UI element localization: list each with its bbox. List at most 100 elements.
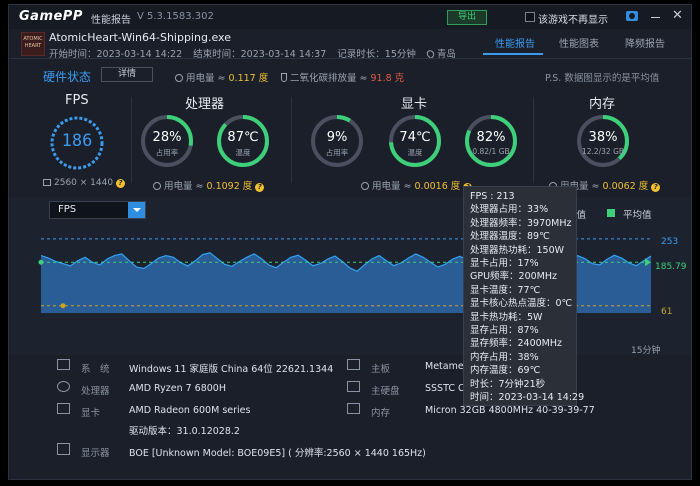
total-power: 用电量 ≈ 0.117 度 [175,70,268,84]
cpu-usage-label: 占用率 [155,148,179,157]
fps-chart[interactable] [9,229,692,341]
cpu-usage-gauge: 28% 占用率 [139,113,195,169]
help-icon[interactable]: ? [651,183,661,192]
memory-power-value: 0.0062 度 [602,181,649,192]
minimize-icon[interactable] [651,17,660,18]
tooltip-fps: FPS : 213 [470,191,515,202]
gpu-usage-value: 9% [326,130,348,145]
fps-section-title: FPS [65,93,89,108]
tooltip-time: 时间：2023-03-14 14:29 [470,392,585,404]
motherboard-icon [347,359,360,370]
gpu-usage-gauge: 9% 占用率 [309,113,365,169]
cpu-temp-gauge: 87℃ 温度 [215,113,271,169]
tab-performance-chart[interactable]: 性能图表 [559,35,599,50]
tooltip-gpu-usage: 显卡占用：17% [470,258,539,270]
y-tick-max: 253 [661,237,679,247]
gpu-vram-gauge: 82% 0.82/1 GB [463,113,519,169]
tooltip-vram-freq: 显存频率：2400MHz [470,338,563,350]
carbon-icon [281,73,287,82]
gamepp-logo: GamePP [19,9,83,24]
cpu-section-title: 处理器 [185,97,225,112]
display-value: BOE [Unknown Model: BOE09E5] ( 分辨率:2560 … [129,448,426,459]
fps-average-value: 186 [61,131,93,151]
app-title: 性能报告 [91,15,131,26]
carbon-value: 91.8 克 [370,73,405,84]
gpu-section-title: 显卡 [401,97,428,112]
panel-divider [533,97,534,183]
hardware-status-title: 硬件状态 [43,70,92,84]
tooltip-gpu-temp: 显卡温度：77℃ [470,284,541,296]
gpu-value: AMD Radeon 600M series [129,405,251,416]
cpu-usage-value: 28% [152,130,182,145]
os-key: 系 统 [81,364,110,375]
metric-select-value: FPS [58,204,77,215]
tab-throttle-report[interactable]: 降频报告 [625,35,665,50]
gpu-vram-label: 0.82/1 GB [472,147,510,156]
cpu-power: 用电量 ≈ 0.1092 度? [153,178,265,192]
chart-time-label: 15分钟 [631,346,661,356]
driver-version: 驱动版本：31.0.12028.2 [129,426,240,437]
legend-avg-swatch [607,209,615,217]
memory-usage-gauge: 38% 12.2/32 GB [575,113,631,169]
gpu-temp-value: 74℃ [399,130,431,145]
memory-key: 内存 [371,408,391,419]
tooltip-gpu-power: 显卡热功耗：5W [470,311,543,323]
avg-marker [38,259,44,265]
header-divider [9,58,691,59]
board-value: Metame [425,361,464,372]
carbon-emission: 二氧化碳排放量 ≈ 91.8 克 [281,70,404,84]
details-button[interactable]: 详情 [101,67,153,82]
title-bar: GamePP 性能报告 V 5.3.1583.302 导出 该游戏不再显示 ✕ [9,5,691,29]
game-thumb-text: ATOMIC HEART [23,36,43,49]
tooltip-cpu-usage: 处理器占用：33% [470,204,549,216]
resolution-text: 2560 × 1440 [54,178,114,188]
dont-show-checkbox[interactable] [525,12,535,22]
cpu-icon [57,381,70,392]
gpu-usage-label: 占用率 [325,148,349,157]
cpu-key: 处理器 [81,386,110,397]
help-icon[interactable]: ? [116,179,126,188]
gpu-power-value: 0.0016 度 [414,181,461,192]
help-icon[interactable]: ? [255,183,265,192]
panel-divider [291,97,292,183]
game-thumbnail: ATOMIC HEART [21,32,45,56]
panel-divider [131,97,132,183]
close-icon[interactable]: ✕ [672,8,683,24]
metric-select[interactable]: FPS [49,201,146,219]
cpu-power-label: 用电量 ≈ [164,181,207,192]
tooltip-vram-usage: 显存占用：87% [470,325,539,337]
cpu-temp-value: 87℃ [227,130,259,145]
dont-show-label: 该游戏不再显示 [538,15,608,26]
gpu-temp-label: 温度 [407,148,423,157]
average-note: P.S. 数据图显示的是平均值 [545,73,660,84]
carbon-label: 二氧化碳排放量 ≈ [290,73,371,84]
export-button[interactable]: 导出 [447,10,487,25]
y-tick-min: 61 [661,307,673,317]
screenshot-camera-icon[interactable] [626,11,638,21]
board-key: 主板 [371,364,391,375]
gpu-power: 用电量 ≈ 0.0016 度? [361,178,473,192]
tooltip-cpu-temp: 处理器温度：89℃ [470,231,550,243]
os-value: Windows 11 家庭版 China 64位 22621.1344 [129,364,334,375]
tooltip-mem-temp: 内存温度：69℃ [470,365,541,377]
tab-performance-report[interactable]: 性能报告 [495,35,535,50]
tooltip-cpu-freq: 处理器频率：3970MHz [470,217,572,229]
tooltip-cpu-power: 处理器热功耗：150W [470,244,565,256]
memory-usage-value: 38% [588,130,618,145]
y-tick-avg: 185.79 [655,262,687,272]
total-power-value: 0.117 度 [228,73,269,84]
chart-tooltip: FPS : 213 处理器占用：33% 处理器频率：3970MHz 处理器温度：… [463,186,585,406]
legend-avg-label: 平均值 [623,210,652,221]
disk-value: SSSTC C [425,383,465,394]
resolution: 2560 × 1440? [43,178,126,188]
min-marker [60,303,66,309]
tooltip-gpu-freq: GPU频率：200MHz [470,271,558,283]
chevron-down-icon[interactable] [128,202,145,218]
gpu-vram-value: 82% [476,130,506,145]
cpu-power-value: 0.1092 度 [206,181,253,192]
memory-icon [347,403,360,414]
gpu-key: 显卡 [81,408,101,419]
power-icon [361,182,369,190]
gpu-temp-gauge: 74℃ 温度 [387,113,443,169]
disk-icon [347,381,360,392]
